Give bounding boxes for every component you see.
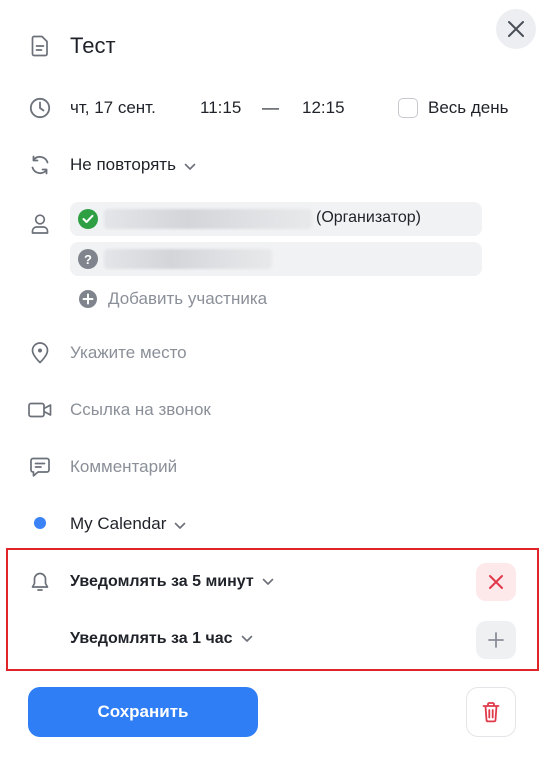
- participant-name-redacted: [104, 249, 272, 269]
- all-day-label[interactable]: Весь день: [428, 98, 509, 118]
- comment-icon: [28, 455, 52, 479]
- close-icon: [508, 21, 524, 37]
- trash-icon: [482, 702, 500, 723]
- user-icon: [28, 212, 52, 236]
- repeat-dropdown[interactable]: Не повторять: [70, 155, 196, 176]
- time-separator: —: [262, 98, 279, 117]
- chevron-down-icon: [241, 630, 253, 648]
- chevron-down-icon: [174, 515, 186, 535]
- participant-item[interactable]: ?: [70, 242, 482, 276]
- plus-icon: [488, 632, 504, 648]
- accepted-status-icon: [78, 209, 98, 229]
- all-day-checkbox[interactable]: [398, 98, 418, 118]
- time-start-field[interactable]: 11:15: [200, 98, 241, 118]
- delete-button[interactable]: [466, 687, 516, 737]
- repeat-label: Не повторять: [70, 155, 176, 174]
- time-end-field[interactable]: 12:15: [302, 98, 345, 118]
- add-notification-button[interactable]: [476, 621, 516, 659]
- calendar-name: My Calendar: [70, 514, 167, 533]
- chevron-down-icon: [184, 156, 196, 176]
- save-button[interactable]: Сохранить: [28, 687, 258, 737]
- document-icon: [28, 34, 52, 58]
- remove-notification-button[interactable]: [476, 563, 516, 601]
- plus-circle-icon: [78, 289, 98, 309]
- organizer-label: (Организатор): [316, 209, 421, 226]
- repeat-icon: [28, 153, 52, 177]
- call-link-input[interactable]: Ссылка на звонок: [70, 400, 211, 420]
- date-field[interactable]: чт, 17 сент.: [70, 98, 156, 118]
- notification-label: Уведомлять за 1 час: [70, 630, 233, 648]
- notification-dropdown-2[interactable]: Уведомлять за 1 час: [70, 630, 253, 648]
- notification-label: Уведомлять за 5 минут: [70, 573, 254, 591]
- participant-item-organizer[interactable]: (Организатор): [70, 202, 482, 236]
- participant-name-redacted: [104, 209, 312, 229]
- chevron-down-icon: [262, 573, 274, 591]
- close-button[interactable]: [496, 9, 536, 49]
- unknown-status-icon: ?: [78, 249, 98, 269]
- calendar-color-dot: [34, 517, 46, 529]
- comment-input[interactable]: Комментарий: [70, 457, 177, 477]
- notification-dropdown-1[interactable]: Уведомлять за 5 минут: [70, 573, 274, 591]
- location-input[interactable]: Укажите место: [70, 343, 187, 363]
- add-participant-button[interactable]: Добавить участника: [78, 289, 267, 309]
- notifications-highlight: [6, 548, 539, 671]
- location-pin-icon: [28, 341, 52, 365]
- bell-icon: [28, 570, 52, 594]
- close-icon: [489, 575, 503, 589]
- video-camera-icon: [28, 398, 52, 422]
- calendar-dropdown[interactable]: My Calendar: [70, 514, 186, 535]
- event-title[interactable]: Тест: [70, 33, 116, 59]
- add-participant-label: Добавить участника: [108, 289, 268, 308]
- clock-icon: [28, 96, 52, 120]
